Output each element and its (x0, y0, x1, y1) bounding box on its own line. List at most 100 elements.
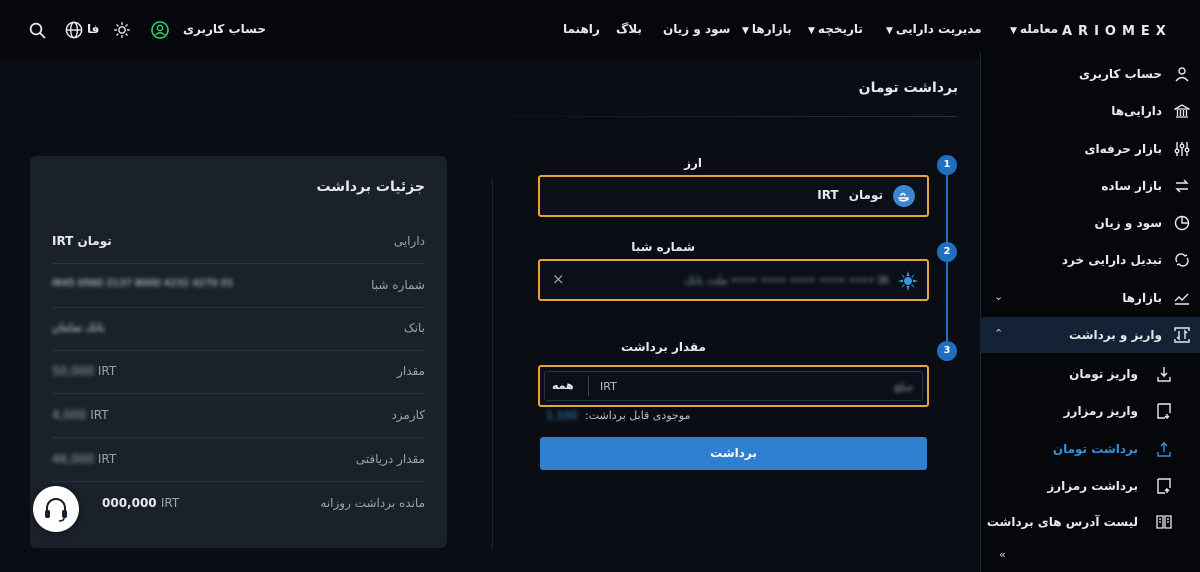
bank-logo-icon (898, 271, 918, 291)
nav-pnl-label: سود و زیان (663, 22, 731, 36)
logo[interactable]: ARIOMEX (1062, 24, 1172, 39)
detail-value: IR45 0560 2137 8000 4232 4270 01 (52, 278, 234, 289)
detail-unit: IRT (90, 408, 109, 422)
withdraw-crypto-icon (1157, 478, 1171, 494)
currency-label: ارز (684, 156, 702, 170)
bank-icon (1174, 104, 1190, 118)
nav-pnl[interactable]: سود و زیان (663, 22, 730, 36)
sheba-select[interactable]: IR •••• •••• •••• •••• •••• ملت بانک × (538, 259, 929, 301)
sidebar-item-label: دارایی‌ها (1111, 104, 1162, 118)
sidebar-item-assets[interactable]: دارایی‌ها (980, 93, 1200, 129)
sidebar-item-small-asset-convert[interactable]: تبدیل دارایی خرد (980, 242, 1200, 278)
sidebar-item-label: سود و زیان (1094, 216, 1162, 230)
nav-guide[interactable]: راهنما (563, 22, 600, 36)
detail-row-amount: مقدار 50,000 IRT (52, 350, 425, 394)
sidebar-item-withdraw-crypto[interactable]: برداشت رمزارز (980, 468, 1200, 504)
vertical-divider (492, 178, 493, 550)
currency-select[interactable]: تومان IRT (538, 175, 929, 217)
sidebar-item-pro-market[interactable]: بازار حرفه‌ای (980, 131, 1200, 167)
detail-label: بانک (403, 321, 425, 335)
sidebar-item-deposit-crypto[interactable]: واریز رمزارز (980, 393, 1200, 429)
detail-value: 4,000 (52, 408, 87, 422)
step-1-badge: 1 (937, 155, 957, 175)
title-divider (432, 116, 957, 117)
currency-code: IRT (817, 188, 839, 202)
detail-label: کارمزد (391, 408, 425, 422)
detail-value: بانک سامان (52, 321, 105, 334)
transfer-icon (1174, 327, 1190, 343)
sidebar-item-label: بازارها (1122, 291, 1162, 305)
sidebar-item-label: لیست آدرس های برداشت (986, 515, 1138, 529)
sidebar-item-label: واریز رمزارز (1063, 404, 1138, 418)
chevron-down-icon: ⌄ (994, 290, 1004, 303)
detail-row-sheba: شماره شبا IR45 0560 2137 8000 4232 4270 … (52, 264, 425, 308)
amount-label: مقدار برداشت (621, 340, 706, 354)
clear-icon[interactable]: × (552, 270, 565, 288)
detail-value-group: 4,000 IRT (52, 408, 109, 422)
detail-unit: IRT (97, 452, 117, 466)
amount-input[interactable]: مبلغ (894, 380, 913, 393)
detail-value: 46,000 (52, 452, 94, 466)
sidebar-item-markets[interactable]: بازارها ⌄ (980, 280, 1200, 316)
detail-row-asset: دارایی IRT تومان (52, 220, 425, 264)
detail-unit: IRT (160, 496, 180, 510)
detail-value: 50,000 (52, 364, 94, 378)
user-icon (1175, 67, 1189, 82)
nav-trade-label: معامله (1019, 22, 1059, 36)
main-content: برداشت تومان 1 2 3 ارز تومان IRT شماره ش… (0, 58, 980, 572)
detail-label: مانده برداشت روزانه (320, 496, 425, 510)
withdraw-submit-button[interactable]: برداشت (540, 437, 927, 470)
step-3-badge: 3 (937, 341, 957, 361)
amount-unit: IRT (600, 380, 617, 393)
step-2-badge: 2 (937, 242, 957, 262)
currency-name: تومان (848, 188, 883, 202)
detail-value-group: 50,000 IRT (52, 364, 116, 378)
detail-value-group: 000,000 IRT (102, 496, 179, 510)
headset-icon (45, 498, 67, 522)
available-balance: موجودی قابل برداشت: 1,100 (546, 409, 690, 422)
upload-icon (1157, 441, 1171, 457)
user-circle-icon[interactable] (151, 21, 169, 39)
sheba-value: IR •••• •••• •••• •••• •••• ملت بانک (684, 274, 889, 287)
language-switch[interactable]: فا (87, 22, 99, 36)
sidebar-item-label: حساب کاربری (1079, 67, 1162, 81)
sidebar-item-label: واریز و برداشت (1068, 328, 1162, 342)
sidebar-item-label: برداشت تومان (1052, 442, 1138, 456)
detail-label: دارایی (393, 234, 425, 248)
theme-sun-icon[interactable] (114, 22, 130, 38)
caret-down-icon: ▼ (742, 26, 749, 36)
sidebar-item-pnl[interactable]: سود و زیان (980, 205, 1200, 241)
all-button[interactable]: همه (552, 379, 574, 392)
collapse-sidebar-icon[interactable]: « (999, 548, 1006, 561)
pie-chart-icon (1174, 215, 1190, 231)
support-chat-button[interactable] (33, 486, 79, 532)
amount-divider (588, 376, 589, 396)
sidebar-item-label: تبدیل دارایی خرد (1061, 253, 1162, 267)
detail-value: IRT تومان (52, 234, 112, 248)
detail-value-group: 46,000 IRT (52, 452, 116, 466)
available-value: 1,100 (546, 409, 578, 422)
sidebar-item-account[interactable]: حساب کاربری (980, 56, 1200, 92)
search-icon[interactable] (29, 22, 46, 39)
detail-label: مقدار (397, 364, 425, 378)
sidebar-item-simple-market[interactable]: بازار ساده (980, 168, 1200, 204)
sidebar-item-label: واریز تومان (1069, 367, 1138, 381)
sidebar-item-label: بازار حرفه‌ای (1084, 142, 1162, 156)
sidebar-item-deposit-withdraw[interactable]: واریز و برداشت ⌃ (980, 317, 1200, 353)
detail-unit: IRT (97, 364, 117, 378)
caret-down-icon: ▼ (1010, 26, 1017, 36)
nav-history[interactable]: تاریخچه▼ (808, 22, 863, 36)
caret-down-icon: ▼ (886, 26, 893, 36)
details-title: جزئیات برداشت (316, 179, 425, 195)
sidebar-item-deposit-toman[interactable]: واریز تومان (980, 356, 1200, 392)
nav-markets[interactable]: بازارها▼ (742, 22, 792, 36)
sidebar-item-withdraw-addresses[interactable]: لیست آدرس های برداشت (980, 504, 1200, 540)
globe-icon[interactable] (65, 21, 83, 39)
sidebar-item-withdraw-toman[interactable]: برداشت تومان (980, 431, 1200, 467)
nav-trade[interactable]: معامله▼ (1010, 22, 1058, 36)
nav-blog[interactable]: بلاگ (616, 22, 642, 36)
user-account-button[interactable]: حساب کاربری (183, 22, 266, 36)
nav-asset-management[interactable]: مدیریت دارایی▼ (886, 22, 982, 36)
withdraw-details-card: جزئیات برداشت دارایی IRT تومان شماره شبا… (30, 156, 447, 548)
nav-guide-label: راهنما (563, 22, 600, 36)
